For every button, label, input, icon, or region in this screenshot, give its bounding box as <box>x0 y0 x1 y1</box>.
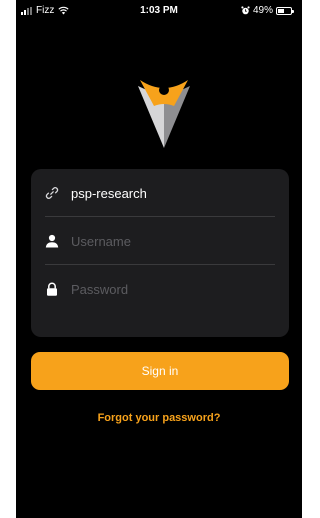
battery-percent: 49% <box>252 5 273 16</box>
link-icon <box>45 187 59 199</box>
field-divider <box>45 216 275 217</box>
login-form-card <box>31 169 289 337</box>
status-right: 49% <box>241 5 294 16</box>
brand-logo <box>138 80 190 148</box>
server-input[interactable] <box>71 181 277 205</box>
phone-screen: Fizz 1:03 PM 49% psp-research Username S… <box>16 0 302 518</box>
username-input[interactable] <box>71 229 277 253</box>
lock-icon <box>47 282 57 296</box>
password-input[interactable] <box>71 277 277 301</box>
person-icon <box>45 234 59 248</box>
forgot-password-link[interactable]: Forgot your password? <box>16 412 302 424</box>
field-divider <box>45 264 275 265</box>
battery-fill <box>278 8 284 13</box>
password-field-row[interactable] <box>31 266 289 312</box>
server-field-row[interactable] <box>31 170 289 216</box>
battery-icon <box>276 6 294 15</box>
alarm-icon <box>241 6 250 15</box>
status-bar: Fizz 1:03 PM 49% <box>16 0 302 22</box>
username-field-row[interactable] <box>31 218 289 264</box>
sign-in-button[interactable]: Sign in <box>31 352 289 390</box>
